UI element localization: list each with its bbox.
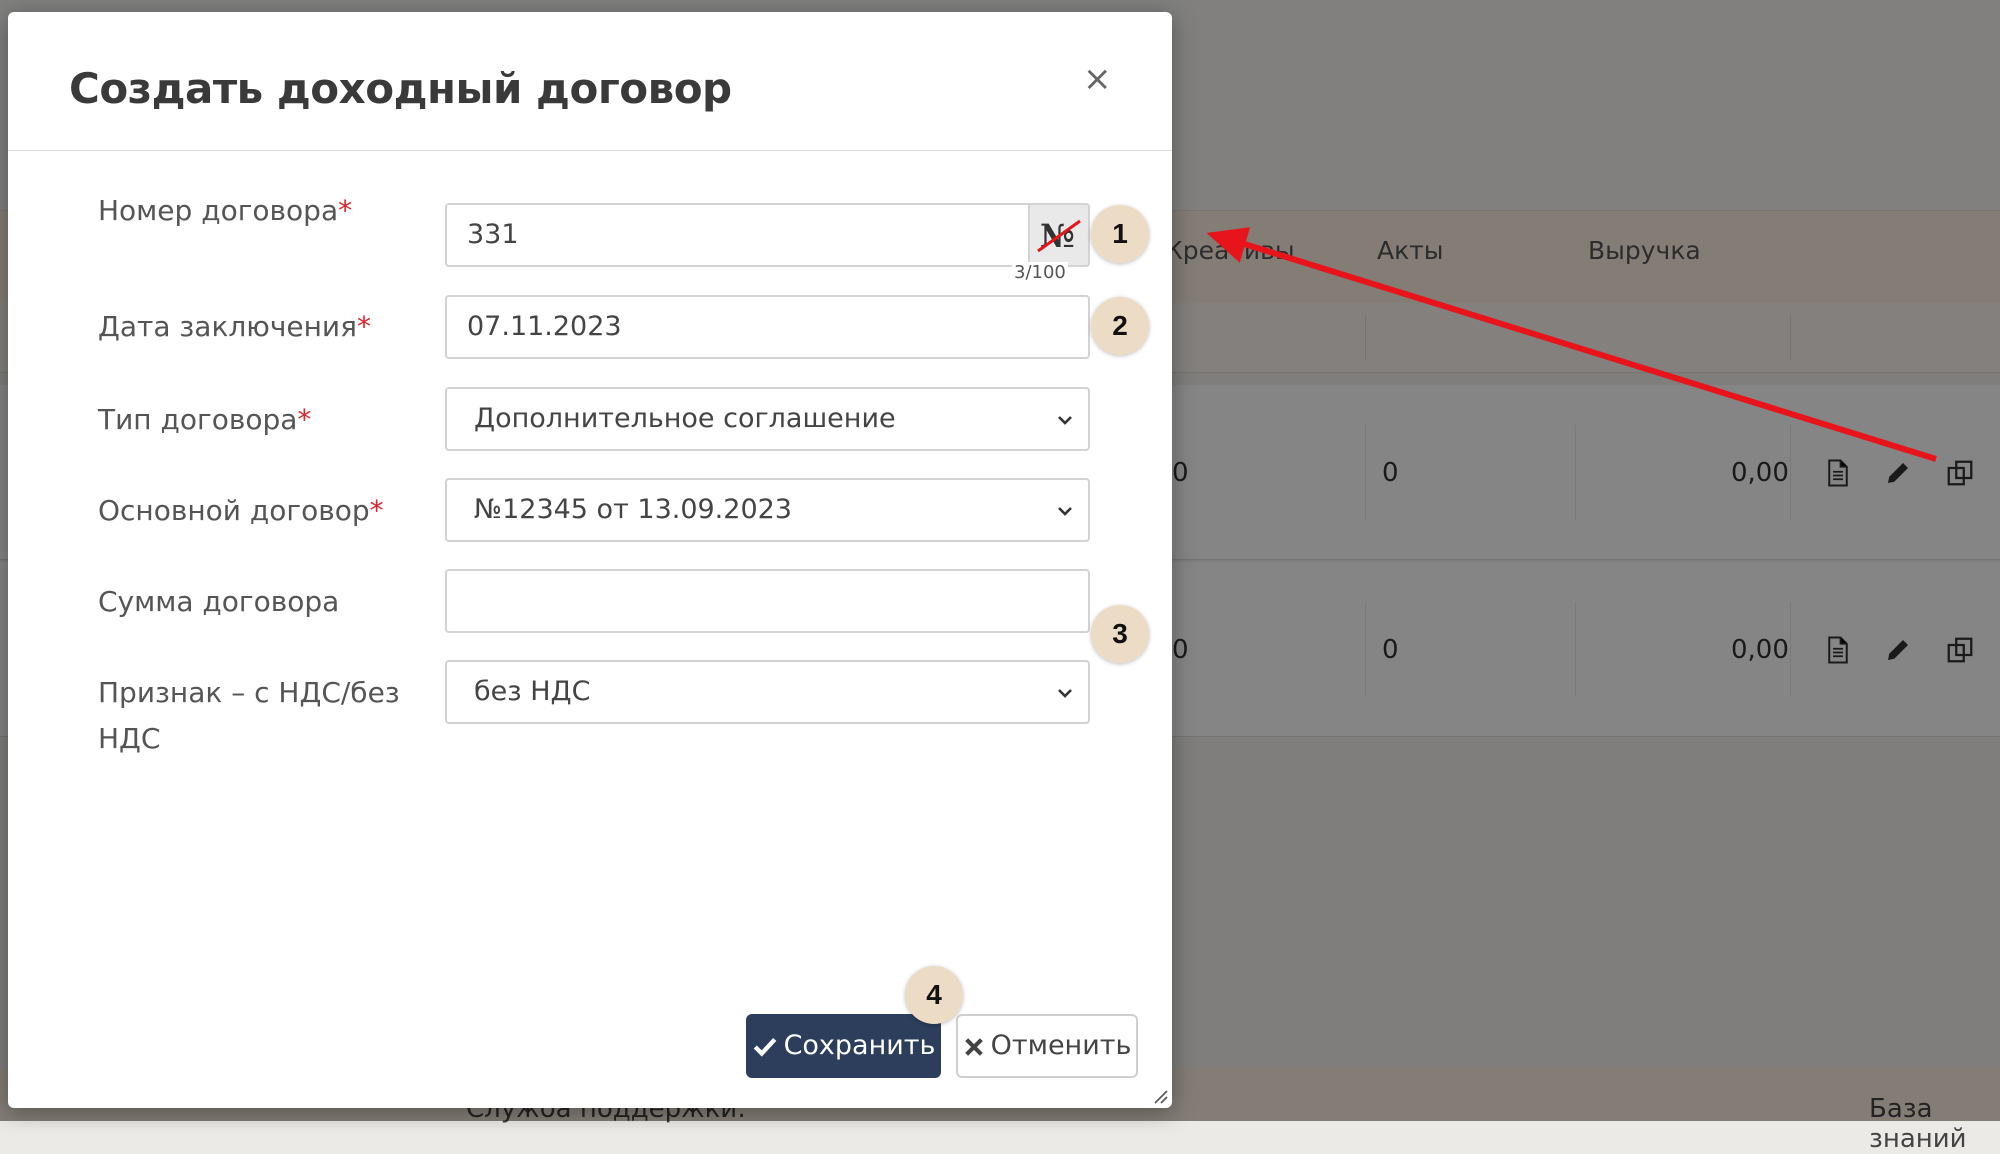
main-contract-value: №12345 от 13.09.2023: [474, 494, 792, 525]
close-x-icon: [964, 1037, 983, 1056]
vat-flag-label: Признак – с НДС/без НДС: [98, 676, 400, 755]
modal-header: Создать доходный договор ×: [8, 12, 1172, 151]
create-contract-modal: Создать доходный договор × Номер договор…: [8, 12, 1172, 1108]
annotation-badge: 2: [1091, 297, 1149, 355]
required-mark: *: [356, 310, 371, 343]
main-contract-select[interactable]: №12345 от 13.09.2023: [445, 478, 1090, 542]
modal-title: Создать доходный договор: [69, 64, 732, 113]
vat-flag-select[interactable]: без НДС: [445, 660, 1090, 724]
contract-type-select[interactable]: Дополнительное соглашение: [445, 387, 1090, 451]
contract-number-input[interactable]: 331 №: [445, 203, 1090, 267]
resize-grip-icon[interactable]: [1150, 1086, 1168, 1104]
checkmark-icon: [753, 1037, 776, 1057]
contract-type-label: Тип договора*: [98, 403, 312, 436]
vat-flag-value: без НДС: [474, 676, 591, 707]
required-mark: *: [338, 194, 353, 227]
contract-number-value: 331: [467, 219, 519, 250]
main-contract-label: Основной договор*: [98, 494, 384, 527]
char-counter: 3/100: [1012, 262, 1068, 284]
annotation-badge: 4: [905, 966, 963, 1024]
chevron-down-icon: [1058, 689, 1072, 698]
chevron-down-icon: [1058, 416, 1072, 425]
numero-crossed-icon: №: [1037, 217, 1081, 255]
required-mark: *: [297, 403, 312, 436]
cancel-button[interactable]: Отменить: [956, 1014, 1138, 1078]
required-mark: *: [369, 494, 384, 527]
contract-amount-input[interactable]: [445, 569, 1090, 633]
contract-amount-label: Сумма договора: [98, 585, 340, 618]
contract-number-label: Номер договора*: [98, 194, 353, 227]
contract-type-value: Дополнительное соглашение: [474, 403, 896, 434]
annotation-badge: 3: [1091, 605, 1149, 663]
annotation-badge: 1: [1091, 205, 1149, 263]
conclusion-date-label: Дата заключения*: [98, 310, 371, 343]
generate-number-button[interactable]: №: [1028, 203, 1090, 267]
chevron-down-icon: [1058, 507, 1072, 516]
close-icon[interactable]: ×: [1083, 62, 1112, 96]
conclusion-date-input[interactable]: 07.11.2023: [445, 295, 1090, 359]
save-button[interactable]: Сохранить: [746, 1014, 941, 1078]
